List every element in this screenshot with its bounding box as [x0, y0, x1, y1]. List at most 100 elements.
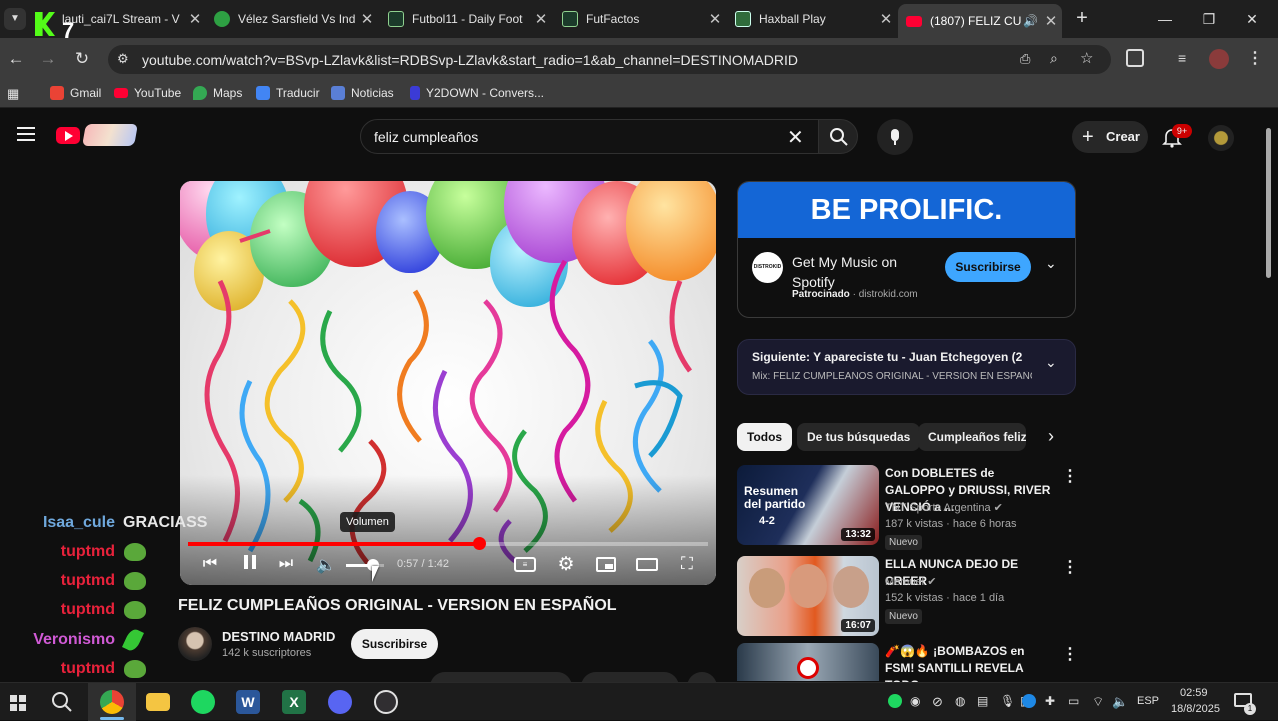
- ad-subscribe-button[interactable]: Suscribirse: [945, 252, 1031, 282]
- close-icon[interactable]: ✕: [184, 10, 206, 28]
- menu-kebab-icon[interactable]: ⋮: [1062, 644, 1078, 664]
- video-player[interactable]: Volumen ⏮ ⏭ 🔈 0:57 / 1:42 ≡ ⚙ ⛶: [180, 181, 716, 585]
- search-input[interactable]: feliz cumpleaños: [374, 129, 478, 145]
- chip-cumpleanos-feliz[interactable]: Cumpleaños feliz: [918, 423, 1026, 451]
- youtube-logo[interactable]: [56, 127, 80, 144]
- tab-haxball[interactable]: Haxball Play ✕: [727, 0, 897, 38]
- app-tray-icon[interactable]: ◍: [955, 694, 965, 708]
- chip-todos[interactable]: Todos: [737, 423, 793, 451]
- microphone-tray-icon[interactable]: 🎙: [1000, 694, 1015, 708]
- chips-next-arrow-icon[interactable]: ›: [1048, 426, 1054, 447]
- battery-icon[interactable]: ▭: [1068, 694, 1079, 708]
- menu-kebab-icon[interactable]: ⋮: [1247, 48, 1263, 68]
- bookmark-traducir[interactable]: Traducir: [256, 86, 320, 100]
- bookmark-youtube[interactable]: YouTube: [114, 86, 181, 100]
- clock-date[interactable]: 18/8/2025: [1171, 703, 1220, 715]
- account-avatar[interactable]: [1208, 125, 1234, 151]
- next-button[interactable]: ⏭: [274, 555, 298, 573]
- spotify-icon[interactable]: [191, 690, 215, 714]
- close-icon[interactable]: ✕: [356, 10, 378, 28]
- mix-playlist-card[interactable]: Siguiente: Y apareciste tu - Juan Etcheg…: [737, 339, 1076, 395]
- spotify-tray-icon[interactable]: [888, 694, 902, 708]
- chrome-icon[interactable]: [100, 690, 124, 714]
- recommendation-channel[interactable]: Memuel ✔: [885, 575, 936, 588]
- fullscreen-button[interactable]: ⛶: [677, 555, 697, 573]
- media-control-icon[interactable]: ≡: [1178, 50, 1186, 66]
- address-bar[interactable]: ⚙ youtube.com/watch?v=BSvp-LZlavk&list=R…: [108, 45, 1111, 74]
- search-box[interactable]: feliz cumpleaños ✕: [360, 119, 820, 154]
- close-icon[interactable]: ✕: [704, 10, 726, 28]
- video-thumbnail[interactable]: Resumen del partido 4-2 13:32: [737, 465, 879, 545]
- menu-kebab-icon[interactable]: ⋮: [1062, 466, 1078, 486]
- bookmark-maps[interactable]: Maps: [193, 86, 242, 100]
- ad-banner[interactable]: BE PROLIFIC.: [738, 182, 1075, 238]
- site-info-icon[interactable]: ⚙: [117, 51, 129, 67]
- bookmark-star-icon[interactable]: ☆: [1080, 49, 1093, 67]
- more-button[interactable]: [687, 672, 717, 682]
- forward-button[interactable]: →: [34, 46, 62, 72]
- new-tab-button[interactable]: +: [1070, 6, 1094, 30]
- restore-button[interactable]: ❐: [1187, 0, 1231, 38]
- close-icon[interactable]: ✕: [1040, 12, 1062, 30]
- video-thumbnail[interactable]: [737, 643, 879, 681]
- recommendation-channel[interactable]: TNT Sports Argentina ✔: [885, 501, 1003, 514]
- extensions-icon[interactable]: [1126, 49, 1144, 67]
- volume-button[interactable]: 🔈: [314, 555, 338, 575]
- reload-button[interactable]: ↻: [68, 46, 96, 72]
- theater-mode-button[interactable]: [636, 558, 658, 571]
- file-explorer-icon[interactable]: [146, 693, 170, 711]
- youtube-doodle[interactable]: [82, 124, 138, 146]
- tab-youtube-active[interactable]: (1807) FELIZ CUM 🔊 ✕: [898, 4, 1062, 38]
- app-tray-icon[interactable]: ⊘: [932, 694, 943, 710]
- progress-bar[interactable]: [188, 537, 708, 550]
- menu-kebab-icon[interactable]: ⋮: [1062, 557, 1078, 577]
- minimize-button[interactable]: —: [1143, 0, 1187, 38]
- excel-icon[interactable]: X: [282, 690, 306, 714]
- chip-de-tus-busquedas[interactable]: De tus búsquedas: [797, 423, 921, 451]
- bookmark-y2down[interactable]: Y2DOWN - Convers...: [410, 86, 544, 100]
- previous-button[interactable]: ⏮: [198, 555, 222, 573]
- chevron-down-icon[interactable]: ⌄: [1045, 354, 1057, 371]
- video-thumbnail[interactable]: 16:07: [737, 556, 879, 636]
- obs-icon[interactable]: [374, 690, 398, 714]
- install-app-icon[interactable]: ⎙: [1020, 51, 1030, 67]
- create-button[interactable]: + Crear: [1072, 121, 1148, 153]
- bookmark-gmail[interactable]: Gmail: [50, 86, 101, 100]
- like-button[interactable]: [430, 672, 572, 682]
- volume-tray-icon[interactable]: 🔈: [1112, 694, 1128, 710]
- close-icon[interactable]: ✕: [530, 10, 552, 28]
- profile-avatar[interactable]: [1209, 49, 1229, 69]
- subscribe-button[interactable]: Suscribirse: [351, 629, 438, 659]
- tab-search-button[interactable]: ▼: [4, 8, 26, 30]
- subtitles-button[interactable]: ≡: [514, 557, 536, 572]
- tab-kick-stream[interactable]: lauti_cai7L Stream - V ✕: [34, 0, 206, 38]
- back-button[interactable]: ←: [2, 46, 30, 72]
- pause-button[interactable]: [238, 555, 262, 574]
- search-button[interactable]: [51, 691, 73, 713]
- zoom-icon[interactable]: ⌕: [1050, 50, 1058, 67]
- windows-start-button[interactable]: [10, 695, 26, 711]
- speaker-icon[interactable]: 🔊: [1023, 14, 1038, 28]
- tab-futbol11[interactable]: Futbol11 - Daily Foot ✕: [380, 0, 552, 38]
- page-scrollbar[interactable]: [1263, 118, 1273, 681]
- hamburger-menu-icon[interactable]: [17, 127, 35, 141]
- search-button[interactable]: [818, 119, 858, 154]
- settings-button[interactable]: ⚙: [554, 553, 578, 576]
- clear-search-icon[interactable]: ✕: [787, 125, 804, 150]
- wifi-icon[interactable]: ⌔: [1092, 694, 1104, 710]
- share-button[interactable]: [581, 672, 679, 682]
- hp-tray-icon[interactable]: [1022, 694, 1036, 708]
- channel-name[interactable]: DESTINO MADRID: [222, 629, 335, 644]
- app-tray-icon[interactable]: ✚: [1045, 694, 1055, 708]
- channel-avatar[interactable]: [178, 627, 212, 661]
- tab-futfactos[interactable]: FutFactos ✕: [554, 0, 726, 38]
- tab-velez[interactable]: Vélez Sarsfield Vs Ind ✕: [206, 0, 378, 38]
- apps-grid-icon[interactable]: ▦: [7, 86, 19, 102]
- discord-icon[interactable]: [328, 690, 352, 714]
- voice-search-button[interactable]: [877, 119, 913, 155]
- bookmark-noticias[interactable]: Noticias: [331, 86, 394, 100]
- close-window-button[interactable]: ✕: [1230, 0, 1274, 38]
- app-tray-icon[interactable]: ▤: [977, 694, 988, 708]
- discord-tray-icon[interactable]: ◉: [910, 694, 920, 708]
- clock-time[interactable]: 02:59: [1180, 687, 1208, 699]
